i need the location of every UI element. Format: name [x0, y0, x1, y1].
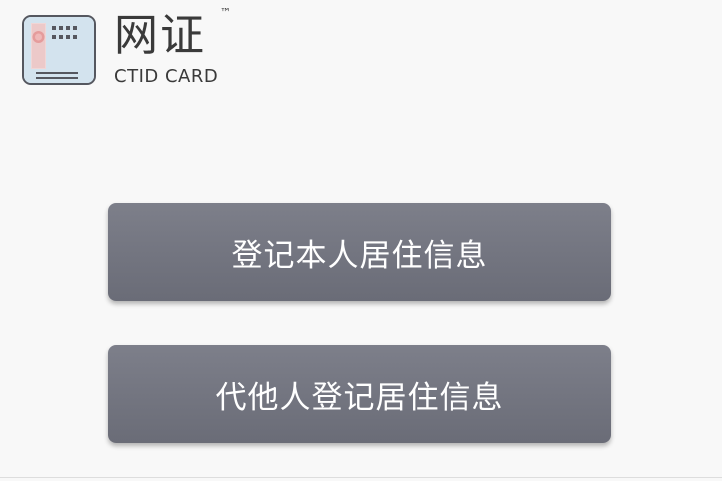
- logo-title: 网证: [114, 10, 206, 61]
- bottom-divider: [0, 477, 722, 478]
- trademark-mark: ™: [220, 6, 231, 19]
- logo-subtitle: CTID CARD: [114, 66, 219, 87]
- ctid-logo: 网证 ™ CTID CARD: [22, 6, 262, 92]
- id-card-icon: [22, 15, 96, 85]
- register-self-button[interactable]: 登记本人居住信息: [108, 203, 611, 301]
- page: 网证 ™ CTID CARD 登记本人居住信息 代他人登记居住信息: [0, 0, 722, 481]
- register-other-button[interactable]: 代他人登记居住信息: [108, 345, 611, 443]
- id-card-graphic: [24, 17, 94, 83]
